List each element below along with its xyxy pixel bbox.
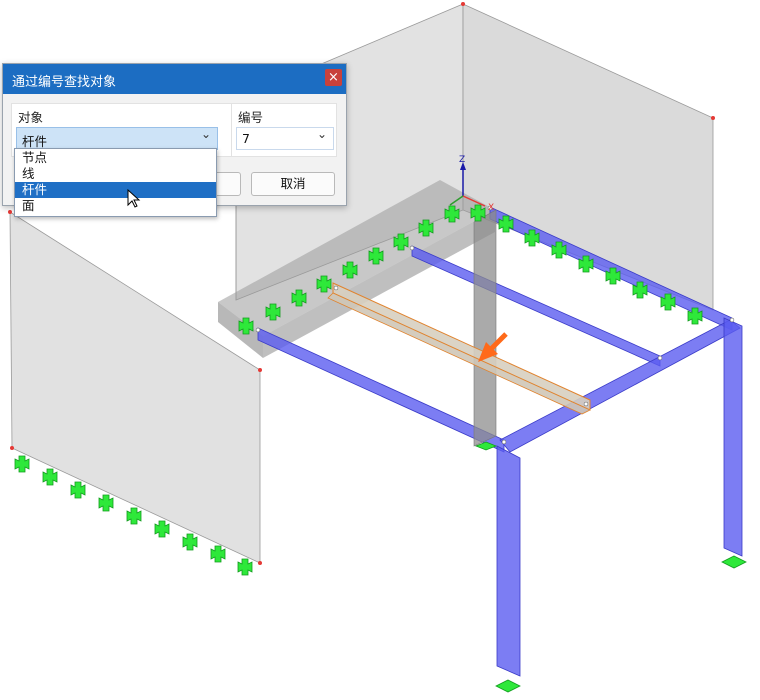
option-member[interactable]: 杆件 <box>15 182 216 198</box>
selected-member-7[interactable] <box>327 282 591 415</box>
grey-column <box>473 209 497 447</box>
number-value: 7 <box>242 131 250 146</box>
option-node[interactable]: 节点 <box>15 150 216 166</box>
option-line[interactable]: 线 <box>15 166 216 182</box>
number-panel: 编号 7 ⌄ <box>231 103 337 157</box>
close-button[interactable]: × <box>325 69 342 86</box>
cancel-button-label: 取消 <box>280 176 306 191</box>
close-icon: × <box>328 70 339 85</box>
axis-x-label: X <box>488 203 494 213</box>
axis-z-label: Z <box>459 155 465 165</box>
chevron-down-icon: ⌄ <box>200 127 211 141</box>
chevron-down-icon: ⌄ <box>316 127 327 141</box>
option-surface[interactable]: 面 <box>15 198 216 214</box>
mouse-cursor-icon <box>127 189 141 208</box>
cancel-button[interactable]: 取消 <box>251 172 335 196</box>
number-select[interactable]: 7 ⌄ <box>236 127 334 150</box>
object-type-select[interactable]: 杆件 ⌄ <box>16 127 218 150</box>
object-type-dropdown-list: 节点 线 杆件 面 <box>14 148 217 217</box>
dialog-titlebar[interactable]: 通过编号查找对象 × <box>3 64 346 94</box>
dialog-title: 通过编号查找对象 <box>12 75 117 90</box>
number-label: 编号 <box>238 110 264 125</box>
object-label: 对象 <box>18 110 44 125</box>
